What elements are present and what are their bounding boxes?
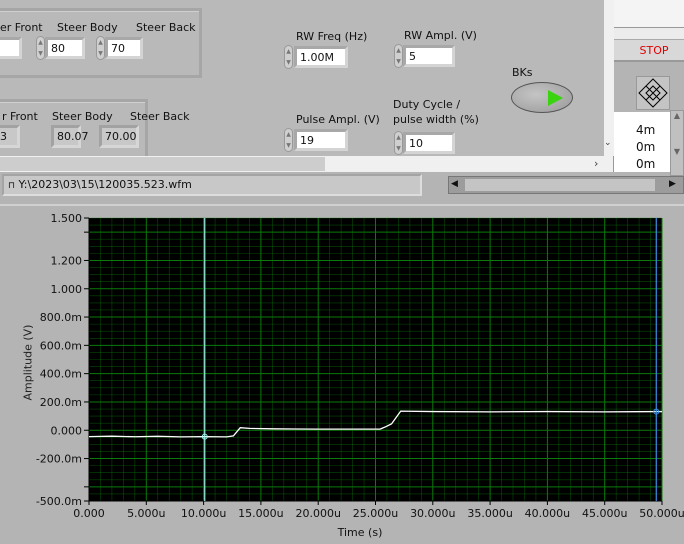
rw-ampl-spinner[interactable]: ▲ ▼	[394, 44, 403, 68]
steer-body-label: Steer Body	[57, 21, 118, 34]
steer-front-input[interactable]	[0, 37, 22, 59]
front-panel-content: er Front Steer Body Steer Back ▲ ▼ 80 ▲ ▼ …	[0, 0, 604, 156]
window-vertical-scrollbar[interactable]: ⌄	[604, 0, 614, 156]
steer-back-spinner[interactable]: ▲ ▼	[96, 36, 105, 60]
steer-front-label: er Front	[0, 21, 43, 34]
y-tick-label: -500.0m	[36, 495, 82, 508]
x-tick-label: 35.000u	[467, 507, 512, 520]
x-tick-label: 30.000u	[410, 507, 455, 520]
path-icon: ⊓	[8, 181, 16, 191]
list-vertical-scrollbar[interactable]: ▲ ▼	[670, 110, 684, 176]
plot-svg[interactable]: 0.000 5.000u 10.000u 15.000u 20.000u 25.000u 3…	[0, 206, 684, 544]
duty-cycle-spinner[interactable]: ▲ ▼	[394, 131, 403, 155]
horizontal-scrollbar[interactable]: ◀ ▶	[448, 176, 684, 194]
waveform-graph: Amplitude (V) Time (s) 0.000 5.000u 10.000…	[0, 204, 684, 542]
y-tick-label: 200.0m	[40, 396, 82, 409]
x-tick-label: 40.000u	[525, 507, 570, 520]
rw-freq-input[interactable]: 1.00M	[294, 46, 348, 68]
bks-label: BKs	[512, 66, 533, 79]
steer-body-spinner[interactable]: ▲ ▼	[36, 36, 45, 60]
y-tick-label: 400.0m	[40, 368, 82, 381]
list-value: 0m	[636, 140, 656, 154]
x-tick-label: 10.000u	[181, 507, 226, 520]
steer-back-label: Steer Back	[136, 21, 196, 34]
graph-palette-icon[interactable]	[636, 76, 670, 110]
stop-label: STOP	[639, 44, 669, 57]
duty-cycle-input[interactable]: 10	[403, 132, 455, 154]
actual-front-label: r Front	[2, 110, 38, 123]
play-arrow-icon	[548, 90, 563, 106]
value-list[interactable]: 4m 0m 0m	[614, 112, 670, 172]
file-path-text: Y:\2023\03\15\120035.523.wfm	[18, 178, 192, 191]
file-path-indicator[interactable]: ⊓ Y:\2023\03\15\120035.523.wfm	[2, 174, 422, 196]
y-tick-label: 0.000	[51, 424, 83, 437]
scroll-left-icon[interactable]: ◀	[451, 179, 458, 189]
steer-body-input[interactable]: 80	[45, 37, 85, 59]
x-tick-label: 20.000u	[295, 507, 340, 520]
y-tick-label: -200.0m	[36, 453, 82, 466]
bks-button[interactable]	[511, 82, 573, 113]
rw-ampl-input[interactable]: 5	[403, 45, 455, 67]
list-value: 4m	[636, 123, 656, 137]
y-tick-label: 1.500	[51, 212, 83, 225]
x-tick-label: 5.000u	[127, 507, 165, 520]
x-tick-label: 50.000u	[639, 507, 684, 520]
x-tick-label: 15.000u	[238, 507, 283, 520]
pulse-ampl-input[interactable]: 19	[294, 129, 348, 151]
rw-freq-spinner[interactable]: ▲ ▼	[284, 45, 293, 69]
rw-freq-label: RW Freq (Hz)	[296, 30, 368, 43]
y-tick-label: 1.000	[51, 283, 83, 296]
stop-button[interactable]: STOP	[614, 40, 684, 62]
right-panel: STOP 4m 0m 0m ▲ ▼	[614, 0, 684, 200]
actual-back-label: Steer Back	[130, 110, 190, 123]
steer-back-input[interactable]: 70	[105, 37, 143, 59]
duty-cycle-label-2: pulse width (%)	[393, 113, 479, 126]
actual-body-indicator: 80.07	[51, 125, 89, 148]
scroll-right-icon[interactable]: ▶	[669, 179, 676, 189]
actual-front-indicator: 3	[0, 125, 20, 148]
list-value: 0m	[636, 157, 656, 171]
pulse-ampl-spinner[interactable]: ▲ ▼	[284, 128, 293, 152]
actual-body-label: Steer Body	[52, 110, 113, 123]
actual-back-indicator: 70.00	[99, 125, 139, 148]
x-tick-label: 25.000u	[353, 507, 398, 520]
rw-ampl-label: RW Ampl. (V)	[404, 29, 477, 42]
y-tick-label: 600.0m	[40, 339, 82, 352]
front-panel-window: er Front Steer Body Steer Back ▲ ▼ 80 ▲ ▼ …	[0, 0, 614, 172]
x-tick-label: 0.000	[73, 507, 105, 520]
y-tick-label: 800.0m	[40, 311, 82, 324]
pulse-ampl-label: Pulse Ampl. (V)	[296, 113, 380, 126]
duty-cycle-label-1: Duty Cycle /	[393, 98, 461, 111]
window-horizontal-scrollbar[interactable]: ›	[0, 156, 604, 172]
y-tick-label: 1.200	[51, 254, 83, 267]
x-tick-label: 45.000u	[582, 507, 627, 520]
